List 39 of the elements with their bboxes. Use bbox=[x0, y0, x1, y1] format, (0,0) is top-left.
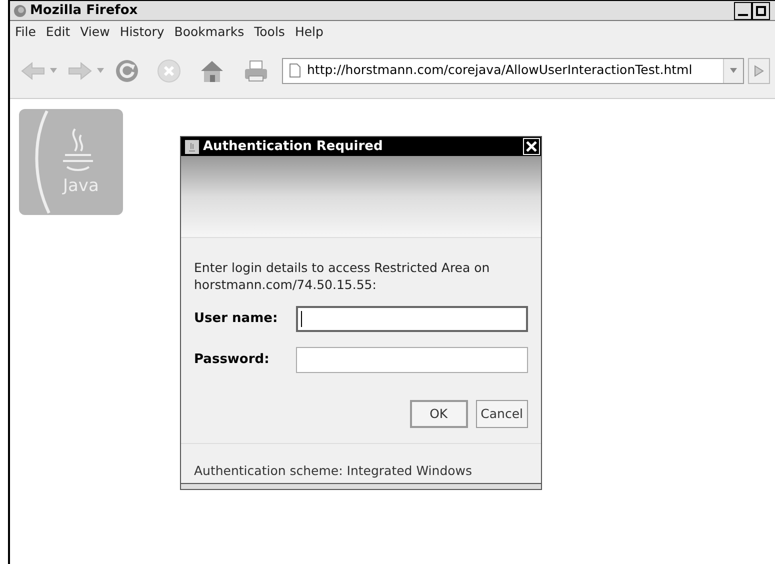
footer-text: Authentication scheme: Integrated Windows bbox=[193, 462, 474, 480]
username-field[interactable] bbox=[296, 306, 528, 332]
cancel-button[interactable]: Cancel bbox=[476, 400, 528, 428]
url-text: http://horstmann.com/corejava/AllowUserInteractionTest.html bbox=[307, 61, 692, 80]
stop-icon[interactable] bbox=[156, 58, 182, 84]
field-label: Password: bbox=[194, 351, 270, 370]
maximize-button[interactable] bbox=[752, 2, 770, 20]
dialog-title: Authentication Required bbox=[203, 138, 384, 156]
app-icon bbox=[185, 140, 199, 154]
minimize-icon bbox=[738, 14, 748, 16]
printer-icon[interactable] bbox=[242, 58, 270, 84]
address-bar[interactable]: http://horstmann.com/corejava/AllowUserInteractionTest.html bbox=[282, 58, 744, 84]
logo-text: Java bbox=[63, 176, 99, 196]
back-arrow-icon[interactable] bbox=[20, 60, 46, 82]
menu-item[interactable]: Tools bbox=[250, 22, 289, 42]
menu-item[interactable]: View bbox=[76, 22, 114, 42]
ok-button[interactable]: OK bbox=[410, 400, 468, 428]
coffee-cup-icon bbox=[62, 128, 94, 171]
browser-logo-icon bbox=[13, 4, 27, 18]
menu-item[interactable]: Help bbox=[290, 22, 328, 42]
menu-item[interactable]: File bbox=[11, 22, 40, 42]
menu-item[interactable]: Edit bbox=[42, 22, 74, 42]
close-icon bbox=[526, 141, 537, 152]
password-field[interactable] bbox=[296, 347, 528, 373]
page-icon bbox=[289, 63, 301, 78]
close-button[interactable] bbox=[523, 138, 540, 155]
menu-item[interactable]: Bookmarks bbox=[170, 22, 248, 42]
reload-icon[interactable] bbox=[114, 58, 140, 84]
field-label: User name: bbox=[194, 310, 279, 328]
dropdown-arrow-icon[interactable] bbox=[730, 68, 737, 73]
dropdown-arrow-icon[interactable] bbox=[50, 68, 57, 73]
forward-arrow-icon[interactable] bbox=[67, 60, 93, 82]
menu-item[interactable]: History bbox=[116, 22, 168, 42]
window-title: Mozilla Firefox bbox=[30, 2, 139, 20]
go-arrow-icon[interactable] bbox=[754, 64, 764, 76]
message-text: Enter login details to access Restricted Area on horstmann.com/74.50.15.55: bbox=[193, 259, 491, 293]
minimize-button[interactable] bbox=[734, 2, 752, 20]
dropdown-arrow-icon[interactable] bbox=[97, 68, 104, 73]
maximize-icon bbox=[756, 6, 766, 16]
